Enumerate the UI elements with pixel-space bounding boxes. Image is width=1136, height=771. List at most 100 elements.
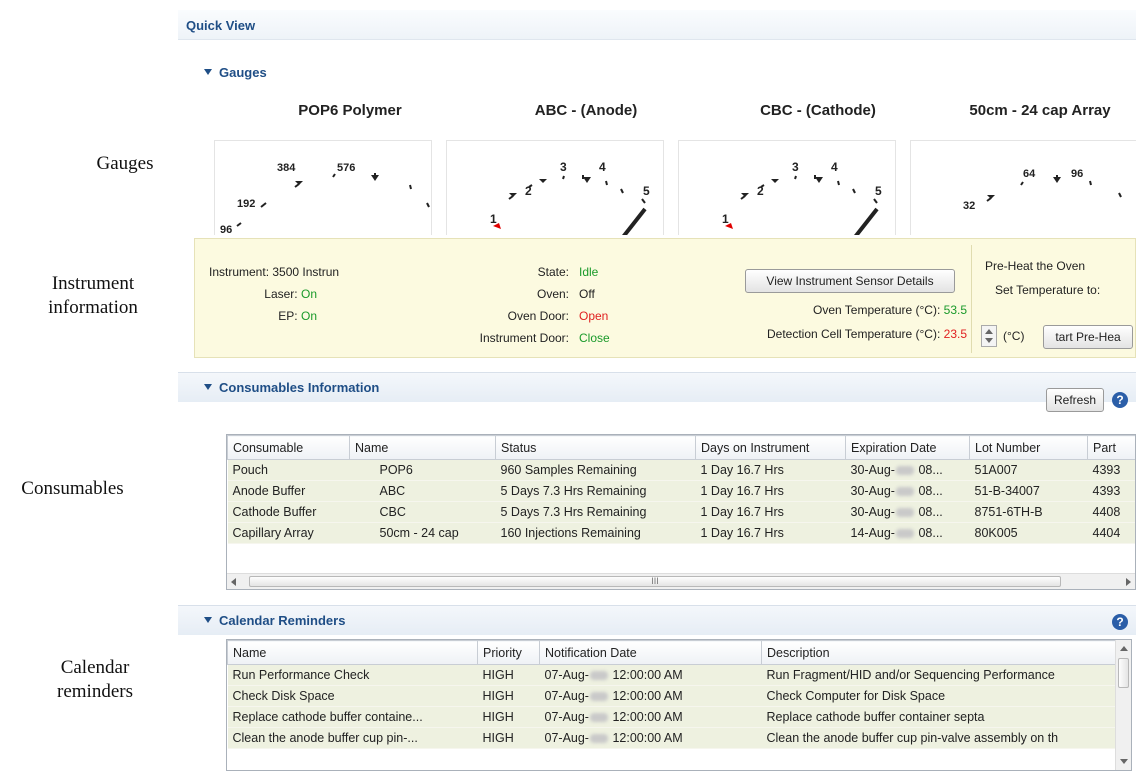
- column-header[interactable]: Expiration Date: [845, 435, 970, 460]
- table-row[interactable]: Run Performance Check HIGH 07-Aug- 12:00…: [227, 664, 1118, 686]
- time-part: 12:00:00 AM: [608, 731, 683, 745]
- spinner-up-icon[interactable]: [985, 329, 993, 334]
- column-header[interactable]: Days on Instrument: [695, 435, 846, 460]
- instrument-information-panel: Instrument: 3500 Instrun Laser: On EP: O…: [194, 238, 1136, 358]
- scroll-down-icon[interactable]: [1120, 759, 1128, 764]
- cell-name: ABC: [349, 480, 496, 502]
- gauge-tick-label: 384: [277, 162, 296, 174]
- cell-days: 1 Day 16.7 Hrs: [695, 480, 846, 502]
- table-row[interactable]: Capillary Array 50cm - 24 cap 160 Inject…: [227, 522, 1135, 544]
- gauge-tick-label: 3: [560, 160, 567, 174]
- gauge-title: 50cm - 24 cap Array: [969, 102, 1111, 119]
- laser-value: On: [300, 287, 317, 301]
- cell-days: 1 Day 16.7 Hrs: [695, 501, 846, 523]
- oven-label: Oven:: [536, 287, 569, 301]
- gauge-tick-label: 64: [1023, 168, 1036, 180]
- scroll-up-icon[interactable]: [1120, 646, 1128, 651]
- expiration-time-part: 08...: [914, 505, 943, 519]
- gauge-tick-label: 2: [525, 184, 532, 198]
- view-sensor-details-button[interactable]: View Instrument Sensor Details: [745, 269, 955, 293]
- gauge-title: CBC - (Cathode): [760, 102, 876, 119]
- table-row[interactable]: Clean the anode buffer cup pin-... HIGH …: [227, 727, 1118, 749]
- redacted-year: [589, 671, 608, 681]
- cell-consumable: Anode Buffer: [227, 480, 350, 502]
- quick-view-header: [178, 10, 1136, 40]
- column-header[interactable]: Status: [495, 435, 696, 460]
- annotation-line: Instrument: [51, 273, 135, 294]
- column-header[interactable]: Part: [1087, 435, 1135, 460]
- redacted-year: [895, 487, 914, 497]
- table-row[interactable]: Anode Buffer ABC 5 Days 7.3 Hrs Remainin…: [227, 480, 1135, 502]
- column-header[interactable]: Lot Number: [969, 435, 1088, 460]
- date-part: 07-Aug-: [544, 668, 589, 682]
- gauge-title: ABC - (Anode): [534, 102, 638, 119]
- table-row[interactable]: Replace cathode buffer containe... HIGH …: [227, 706, 1118, 728]
- cell-part: 4408: [1087, 501, 1135, 523]
- start-preheat-button[interactable]: tart Pre-Hea: [1043, 325, 1133, 349]
- instrument-value: 3500 Instrun: [272, 265, 340, 279]
- collapse-triangle-icon: [204, 69, 212, 75]
- cell-expiration: 14-Aug- 08...: [845, 522, 970, 544]
- consumables-section-toggle[interactable]: Consumables Information: [204, 380, 379, 395]
- gauge-cbc-cathode: 1 2 3 4 5: [678, 140, 896, 235]
- column-header[interactable]: Name: [227, 640, 478, 665]
- preheat-title: Pre-Heat the Oven: [985, 259, 1086, 273]
- redacted-year: [895, 508, 914, 518]
- column-header[interactable]: Notification Date: [539, 640, 762, 665]
- cell-consumable: Cathode Buffer: [227, 501, 350, 523]
- spinner-down-icon[interactable]: [985, 338, 993, 343]
- column-header[interactable]: Priority: [477, 640, 540, 665]
- refresh-button[interactable]: Refresh: [1046, 388, 1104, 412]
- scrollbar-thumb[interactable]: III: [249, 576, 1061, 587]
- temperature-spinner[interactable]: [981, 325, 997, 347]
- scrollbar-thumb[interactable]: [1118, 658, 1129, 688]
- gauge-capillary-array: 32 64 96: [910, 140, 1136, 235]
- state-label: State:: [537, 265, 569, 279]
- cell-lot: 51-B-34007: [969, 480, 1088, 502]
- date-part: 07-Aug-: [544, 731, 589, 745]
- gauge-tick-label: 3: [792, 160, 799, 174]
- time-part: 12:00:00 AM: [608, 689, 683, 703]
- expiration-time-part: 08...: [914, 463, 943, 477]
- cell-name: Replace cathode buffer containe...: [227, 706, 478, 728]
- section-label: Consumables Information: [219, 380, 380, 395]
- time-part: 12:00:00 AM: [608, 710, 683, 724]
- expiration-time-part: 08...: [914, 484, 943, 498]
- calendar-section-toggle[interactable]: Calendar Reminders: [204, 613, 345, 628]
- help-icon[interactable]: ?: [1112, 614, 1128, 630]
- consumables-table: Consumable Name Status Days on Instrumen…: [226, 434, 1136, 590]
- gauge-tick-label: 32: [963, 200, 975, 212]
- instrument-label: Instrument:: [209, 265, 270, 279]
- vertical-scrollbar[interactable]: [1115, 640, 1131, 770]
- oven-temperature-label: Oven Temperature (°C):: [813, 303, 941, 317]
- column-header[interactable]: Description: [761, 640, 1118, 665]
- date-part: 07-Aug-: [544, 710, 589, 724]
- table-header-row: Consumable Name Status Days on Instrumen…: [227, 435, 1135, 460]
- cell-consumable: Capillary Array: [227, 522, 350, 544]
- cell-notification-date: 07-Aug- 12:00:00 AM: [539, 685, 762, 707]
- gauge-tick-label: 96: [1071, 168, 1083, 180]
- expiration-date-part: 30-Aug-: [850, 463, 895, 477]
- quick-view-title: Quick View: [186, 18, 256, 33]
- gauge-tick-label: 5: [643, 184, 650, 198]
- instrument-door-label: Instrument Door:: [479, 331, 569, 345]
- set-temperature-label: Set Temperature to:: [995, 283, 1101, 297]
- gauge-tick-label: 192: [237, 198, 255, 210]
- gauge-tick-label: 1: [490, 212, 497, 226]
- annotation-consumables: Consumables: [21, 478, 124, 499]
- scroll-left-icon[interactable]: [231, 578, 236, 586]
- expiration-date-part: 30-Aug-: [850, 505, 895, 519]
- column-header[interactable]: Consumable: [227, 435, 350, 460]
- table-row[interactable]: Pouch POP6 960 Samples Remaining 1 Day 1…: [227, 459, 1135, 481]
- gauge-tick-label: 5: [875, 184, 882, 198]
- gauges-section-toggle[interactable]: Gauges: [204, 65, 267, 80]
- help-icon[interactable]: ?: [1112, 392, 1128, 408]
- column-header[interactable]: Name: [349, 435, 496, 460]
- scroll-right-icon[interactable]: [1126, 578, 1131, 586]
- table-row[interactable]: Cathode Buffer CBC 5 Days 7.3 Hrs Remain…: [227, 501, 1135, 523]
- cell-name: Clean the anode buffer cup pin-...: [227, 727, 478, 749]
- horizontal-scrollbar[interactable]: III: [227, 573, 1135, 589]
- table-row[interactable]: Check Disk Space HIGH 07-Aug- 12:00:00 A…: [227, 685, 1118, 707]
- cell-name: Check Disk Space: [227, 685, 478, 707]
- oven-value: Off: [579, 287, 595, 301]
